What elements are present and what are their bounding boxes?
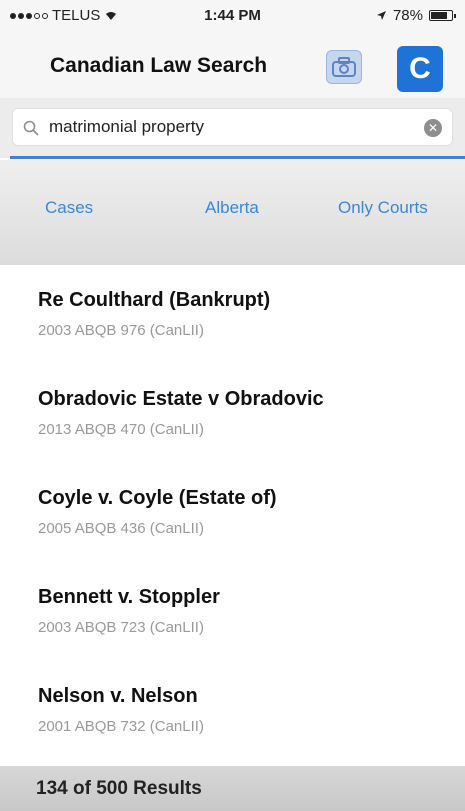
search-input[interactable] bbox=[49, 117, 409, 137]
filter-bar: Cases Alberta Only Courts bbox=[0, 160, 465, 265]
search-icon bbox=[23, 120, 39, 136]
result-citation: 2003 ABQB 976 (CanLII) bbox=[38, 322, 204, 339]
result-citation: 2003 ABQB 723 (CanLII) bbox=[38, 619, 204, 636]
canlii-logo-button[interactable]: C bbox=[397, 46, 443, 92]
result-title: Re Coulthard (Bankrupt) bbox=[38, 289, 271, 311]
clear-search-button[interactable]: ✕ bbox=[424, 119, 442, 137]
search-area: ✕ bbox=[0, 98, 465, 158]
result-title: Obradovic Estate v Obradovic bbox=[38, 388, 324, 410]
filter-cases[interactable]: Cases bbox=[45, 198, 93, 218]
result-title: Bennett v. Stoppler bbox=[38, 586, 220, 608]
canlii-logo-icon: C bbox=[409, 52, 431, 85]
result-citation: 2001 ABQB 732 (CanLII) bbox=[38, 718, 204, 735]
filter-alberta[interactable]: Alberta bbox=[205, 198, 259, 218]
page-title: Canadian Law Search bbox=[50, 54, 268, 77]
results-list: Re Coulthard (Bankrupt) 2003 ABQB 976 (C… bbox=[0, 265, 465, 765]
result-citation: 2005 ABQB 436 (CanLII) bbox=[38, 520, 204, 537]
search-underline bbox=[10, 156, 465, 159]
status-bar: TELUS 1:44 PM 78% bbox=[0, 0, 465, 30]
battery-icon bbox=[429, 10, 456, 21]
camera-button[interactable] bbox=[326, 50, 362, 84]
nav-bar: Canadian Law Search C bbox=[0, 30, 465, 98]
camera-icon bbox=[332, 57, 356, 77]
filter-only-courts[interactable]: Only Courts bbox=[338, 198, 428, 218]
results-footer: 134 of 500 Results bbox=[0, 766, 465, 811]
list-item[interactable]: Nelson v. Nelson 2001 ABQB 732 (CanLII) bbox=[38, 685, 204, 735]
result-title: Nelson v. Nelson bbox=[38, 685, 198, 707]
result-count: 134 of 500 Results bbox=[36, 778, 202, 799]
result-title: Coyle v. Coyle (Estate of) bbox=[38, 487, 277, 509]
location-arrow-icon bbox=[376, 11, 386, 20]
list-item[interactable]: Coyle v. Coyle (Estate of) 2005 ABQB 436… bbox=[38, 487, 277, 537]
battery-percent: 78% bbox=[392, 7, 423, 24]
list-item[interactable]: Re Coulthard (Bankrupt) 2003 ABQB 976 (C… bbox=[38, 289, 270, 339]
battery-level bbox=[431, 12, 447, 19]
result-citation: 2013 ABQB 470 (CanLII) bbox=[38, 421, 204, 438]
list-item[interactable]: Bennett v. Stoppler 2003 ABQB 723 (CanLI… bbox=[38, 586, 220, 636]
status-right: 78% bbox=[376, 7, 456, 24]
list-item[interactable]: Obradovic Estate v Obradovic 2013 ABQB 4… bbox=[38, 388, 324, 438]
search-box[interactable]: ✕ bbox=[12, 108, 453, 146]
clear-icon: ✕ bbox=[427, 121, 439, 135]
